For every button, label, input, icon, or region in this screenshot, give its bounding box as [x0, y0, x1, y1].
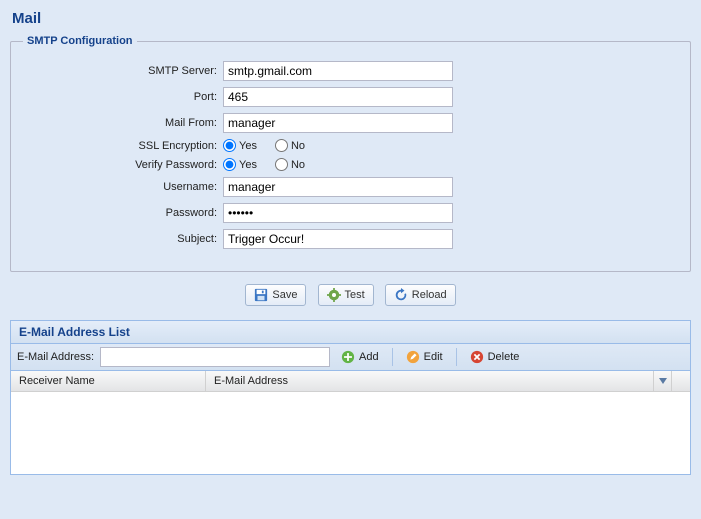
toolbar-separator — [392, 348, 393, 366]
save-label: Save — [272, 289, 297, 301]
col-spacer — [672, 371, 690, 391]
edit-icon — [406, 350, 420, 364]
verify-no-radio[interactable] — [275, 158, 288, 171]
gear-icon — [327, 288, 341, 302]
save-button[interactable]: Save — [245, 284, 306, 306]
col-receiver-name[interactable]: Receiver Name — [11, 371, 206, 391]
subject-input[interactable] — [223, 229, 453, 249]
password-label: Password: — [23, 207, 223, 219]
email-address-label: E-Mail Address: — [17, 351, 94, 363]
ssl-no-text: No — [291, 140, 305, 152]
add-icon — [341, 350, 355, 364]
disk-icon — [254, 288, 268, 302]
username-input[interactable] — [223, 177, 453, 197]
delete-button[interactable]: Delete — [463, 347, 527, 367]
smtp-server-input[interactable] — [223, 61, 453, 81]
reload-label: Reload — [412, 289, 447, 301]
add-label: Add — [359, 351, 379, 363]
chevron-down-icon — [659, 378, 667, 384]
subject-label: Subject: — [23, 233, 223, 245]
col-email-label: E-Mail Address — [214, 375, 288, 387]
verify-yes-option[interactable]: Yes — [223, 158, 257, 171]
button-bar: Save Test Reload — [8, 284, 693, 306]
grid-header: Receiver Name E-Mail Address — [11, 371, 690, 392]
add-button[interactable]: Add — [334, 347, 386, 367]
smtp-config-fieldset: SMTP Configuration SMTP Server: Port: Ma… — [10, 35, 691, 272]
reload-icon — [394, 288, 408, 302]
email-list-toolbar: E-Mail Address: Add Edit Delete — [11, 344, 690, 371]
toolbar-separator — [456, 348, 457, 366]
port-input[interactable] — [223, 87, 453, 107]
mail-from-label: Mail From: — [23, 117, 223, 129]
ssl-yes-text: Yes — [239, 140, 257, 152]
ssl-no-option[interactable]: No — [275, 139, 305, 152]
verify-yes-text: Yes — [239, 159, 257, 171]
edit-label: Edit — [424, 351, 443, 363]
mail-from-input[interactable] — [223, 113, 453, 133]
verify-password-label: Verify Password: — [23, 159, 223, 171]
verify-yes-radio[interactable] — [223, 158, 236, 171]
verify-no-text: No — [291, 159, 305, 171]
smtp-legend: SMTP Configuration — [23, 35, 137, 47]
delete-label: Delete — [488, 351, 520, 363]
verify-no-option[interactable]: No — [275, 158, 305, 171]
edit-button[interactable]: Edit — [399, 347, 450, 367]
smtp-server-label: SMTP Server: — [23, 65, 223, 77]
grid-body — [11, 392, 690, 474]
col-email-address[interactable]: E-Mail Address — [206, 371, 672, 391]
column-menu-button[interactable] — [653, 371, 671, 391]
email-list-panel: E-Mail Address List E-Mail Address: Add … — [10, 320, 691, 475]
ssl-no-radio[interactable] — [275, 139, 288, 152]
reload-button[interactable]: Reload — [385, 284, 456, 306]
email-list-title: E-Mail Address List — [11, 321, 690, 344]
ssl-yes-option[interactable]: Yes — [223, 139, 257, 152]
username-label: Username: — [23, 181, 223, 193]
ssl-yes-radio[interactable] — [223, 139, 236, 152]
delete-icon — [470, 350, 484, 364]
email-address-input[interactable] — [100, 347, 330, 367]
page-title: Mail — [12, 10, 693, 27]
test-button[interactable]: Test — [318, 284, 374, 306]
password-input[interactable] — [223, 203, 453, 223]
ssl-encryption-label: SSL Encryption: — [23, 140, 223, 152]
test-label: Test — [345, 289, 365, 301]
port-label: Port: — [23, 91, 223, 103]
